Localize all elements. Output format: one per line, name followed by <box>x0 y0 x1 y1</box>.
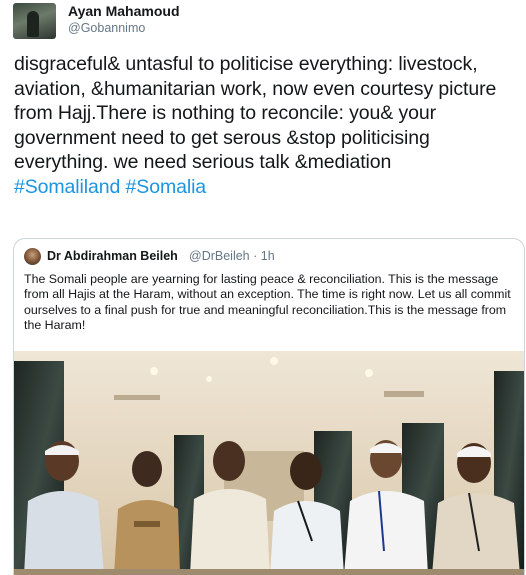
author-avatar[interactable] <box>13 3 56 39</box>
quoted-timestamp: 1h <box>260 249 275 263</box>
author-display-name[interactable]: Ayan Mahamoud <box>68 3 180 19</box>
quoted-author-avatar <box>24 248 41 265</box>
quoted-author-name: Dr Abdirahman Beileh <box>47 249 178 263</box>
quoted-tweet-text: The Somali people are yearning for lasti… <box>24 272 511 332</box>
quoted-author-handle: @DrBeileh <box>189 249 250 263</box>
meta-separator: · <box>253 249 258 263</box>
tweet-text: disgraceful& untasful to politicise ever… <box>14 52 519 200</box>
tweet-body-text: disgraceful& untasful to politicise ever… <box>14 53 497 174</box>
quoted-tweet-photo[interactable] <box>14 351 524 575</box>
author-handle[interactable]: @Gobannimo <box>68 21 145 35</box>
hashtag-somalia[interactable]: #Somalia <box>126 176 207 198</box>
quoted-tweet[interactable]: Dr Abdirahman Beileh @DrBeileh · 1h The … <box>13 238 525 575</box>
hashtag-somaliland[interactable]: #Somaliland <box>14 176 120 198</box>
quoted-author-meta: @DrBeileh · 1h <box>189 249 275 263</box>
